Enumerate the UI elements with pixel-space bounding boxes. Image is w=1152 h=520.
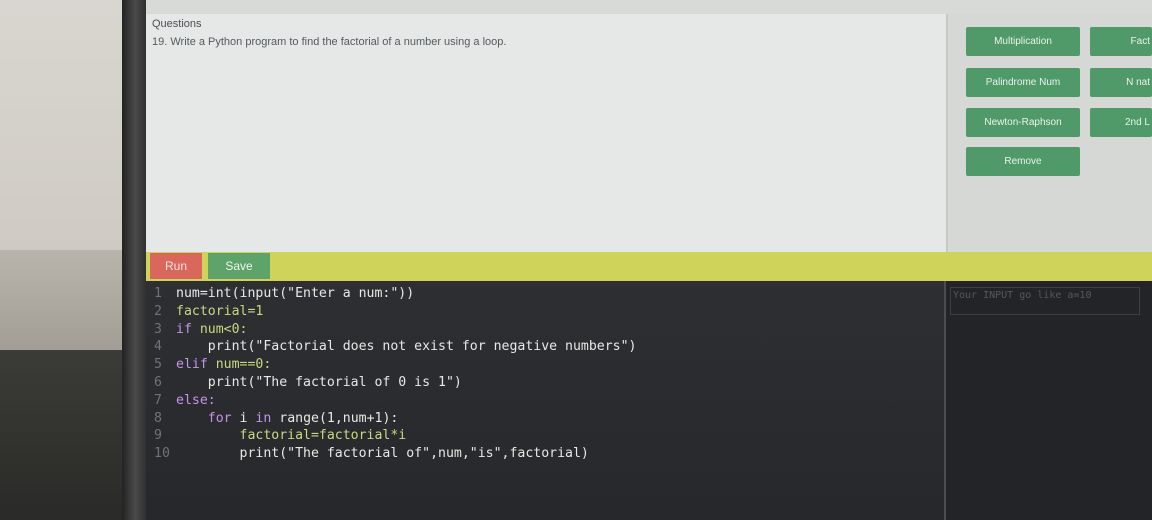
top-strip: [146, 0, 1152, 14]
question-panel: Questions 19. Write a Python program to …: [146, 14, 946, 252]
line-number: 9: [154, 428, 162, 444]
code-lines: 1 num=int(input("Enter a num:")) 2 factoria…: [154, 285, 637, 463]
line-number: 5: [154, 357, 162, 373]
line-number: 2: [154, 303, 162, 319]
questions-heading: Questions: [152, 18, 202, 30]
newton-raphson-button[interactable]: Newton-Raphson: [966, 108, 1080, 137]
code-line: 10 print("The factorial of",num,"is",fac…: [154, 445, 637, 463]
code-token: factorial=1: [176, 303, 264, 319]
palindrome-num-button[interactable]: Palindrome Num: [966, 68, 1080, 97]
line-number: 10: [154, 446, 170, 462]
code-line: 8 for i in range(1,num+1):: [154, 410, 637, 428]
monitor-bezel: [122, 0, 146, 520]
editor-toolbar: Run Save: [146, 252, 1152, 281]
background-lower: [0, 350, 122, 520]
run-button[interactable]: Run: [150, 253, 202, 279]
second-largest-button[interactable]: 2nd L: [1090, 108, 1152, 137]
snippet-panel: Multiplication Palindrome Num Newton-Rap…: [946, 14, 1152, 252]
input-console[interactable]: Your INPUT go like a=10: [946, 281, 1152, 520]
line-number: 6: [154, 374, 162, 390]
code-token: elif: [176, 357, 216, 373]
code-line: 4 print("Factorial does not exist for ne…: [154, 338, 637, 356]
n-natural-button[interactable]: N nat: [1090, 68, 1152, 97]
line-number: 3: [154, 321, 162, 337]
code-token: i: [239, 410, 256, 426]
code-token: num=int(input("Enter a num:")): [176, 286, 415, 301]
code-token: print("The factorial of 0 is 1"): [176, 374, 462, 390]
code-token: num<0:: [199, 321, 248, 337]
code-line: 9 factorial=factorial*i: [154, 427, 637, 445]
line-number: 7: [154, 392, 162, 408]
code-token: print("Factorial does not exist for nega…: [176, 339, 637, 355]
code-token: for: [176, 410, 240, 426]
question-text: 19. Write a Python program to find the f…: [152, 36, 507, 48]
code-token: num==0:: [215, 357, 272, 373]
save-button[interactable]: Save: [208, 253, 270, 279]
code-line: 7 else:: [154, 392, 637, 410]
console-placeholder: Your INPUT go like a=10: [950, 287, 1140, 315]
code-line: 5 elif num==0:: [154, 356, 637, 374]
factorial-button[interactable]: Fact: [1090, 27, 1152, 56]
line-number: 4: [154, 339, 162, 355]
code-token: else:: [176, 392, 216, 408]
background-desk: [0, 250, 122, 350]
code-token: factorial=factorial*i: [176, 428, 407, 444]
code-token: range(1,num+1):: [279, 410, 399, 426]
code-line: 6 print("The factorial of 0 is 1"): [154, 374, 637, 392]
multiplication-button[interactable]: Multiplication: [966, 27, 1080, 56]
code-token: if: [176, 321, 200, 337]
code-line: 2 factorial=1: [154, 303, 637, 321]
code-token: in: [255, 410, 280, 426]
code-editor[interactable]: 1 num=int(input("Enter a num:")) 2 factoria…: [146, 281, 944, 520]
line-number: 1: [154, 286, 162, 301]
code-line: 3 if num<0:: [154, 321, 637, 339]
app-screen: Questions 19. Write a Python program to …: [146, 0, 1152, 520]
line-number: 8: [154, 410, 162, 426]
remove-button[interactable]: Remove: [966, 147, 1080, 176]
code-token: print("The factorial of",num,"is",factor…: [176, 446, 589, 462]
background-wall: [0, 0, 122, 250]
code-line: 1 num=int(input("Enter a num:")): [154, 285, 637, 303]
